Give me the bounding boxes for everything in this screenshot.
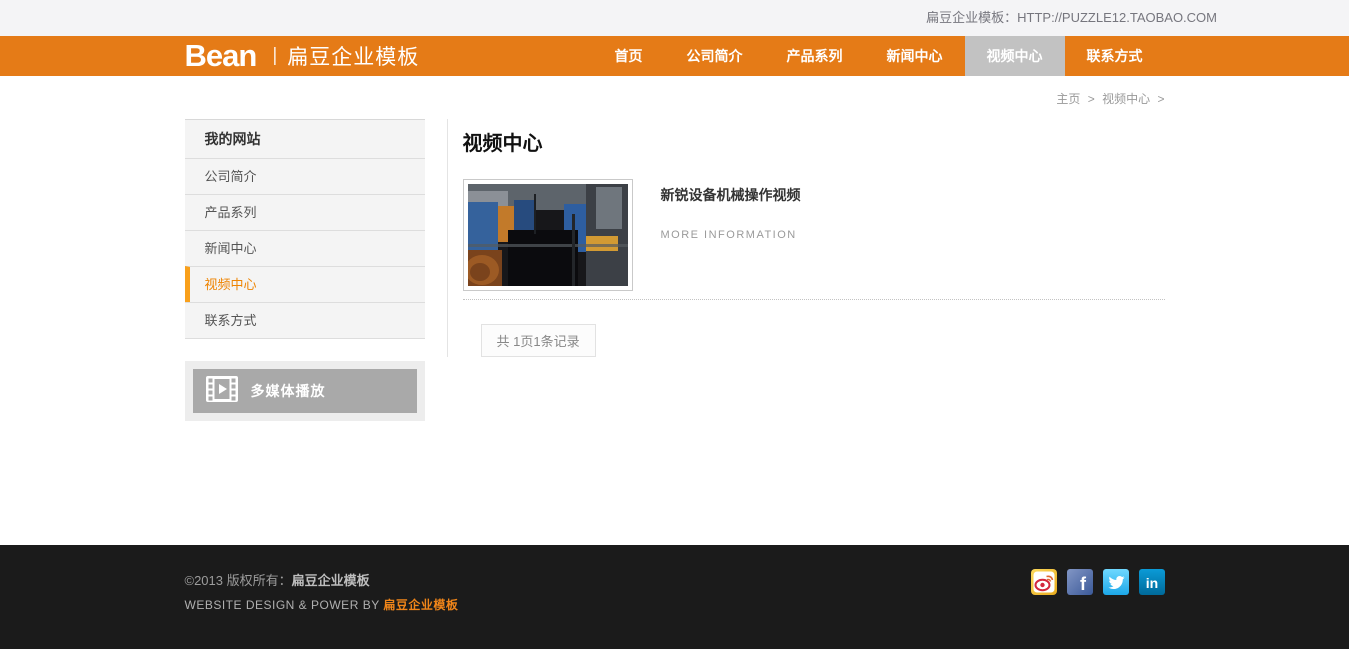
twitter-icon[interactable] (1103, 569, 1129, 595)
pagination-summary: 共 1页1条记录 (481, 324, 596, 357)
breadcrumb-separator: > (1157, 92, 1164, 106)
sidebar-menu: 我的网站 公司简介 产品系列 新闻中心 视频中心 联系方式 (185, 119, 425, 339)
breadcrumb-home[interactable]: 主页 (1056, 92, 1080, 106)
copyright-brand: 扁豆企业模板 (292, 573, 370, 588)
linkedin-icon[interactable]: in (1139, 569, 1165, 595)
content-panel: 视频中心 (447, 119, 1165, 357)
top-utility-bar: 扁豆企业模板：HTTP://PUZZLE12.TAOBAO.COM (0, 0, 1349, 36)
logo-text-en: Bean (185, 36, 257, 76)
multimedia-banner[interactable]: 多媒体播放 (185, 361, 425, 421)
sidebar-item-products[interactable]: 产品系列 (185, 194, 425, 230)
sidebar-item-company[interactable]: 公司简介 (185, 158, 425, 194)
logo-separator: | (272, 45, 277, 67)
sidebar: 我的网站 公司简介 产品系列 新闻中心 视频中心 联系方式 (185, 119, 425, 421)
breadcrumb-separator: > (1088, 92, 1095, 106)
site-logo[interactable]: Bean | 扁豆企业模板 (185, 36, 420, 76)
video-more-link[interactable]: MORE INFORMATION (661, 229, 801, 241)
site-url-note: 扁豆企业模板：HTTP://PUZZLE12.TAOBAO.COM (926, 0, 1217, 36)
design-credit-link[interactable]: 扁豆企业模板 (383, 598, 458, 612)
main-area: 我的网站 公司简介 产品系列 新闻中心 视频中心 联系方式 (185, 119, 1165, 519)
copyright-prefix: ©2013 版权所有： (185, 573, 292, 588)
nav-item-products[interactable]: 产品系列 (765, 36, 865, 76)
main-header: Bean | 扁豆企业模板 首页 公司简介 产品系列 新闻中心 视频中心 联系方… (0, 36, 1349, 76)
footer: ©2013 版权所有：扁豆企业模板 WEBSITE DESIGN & POWER… (0, 545, 1349, 649)
video-list-item: 新锐设备机械操作视频 MORE INFORMATION (463, 179, 1165, 291)
facebook-icon[interactable]: f (1067, 569, 1093, 595)
dotted-separator (463, 299, 1165, 300)
svg-text:in: in (1145, 575, 1157, 591)
breadcrumb: 主页 > 视频中心 > (185, 76, 1165, 119)
design-credit-line: WEBSITE DESIGN & POWER BY 扁豆企业模板 (185, 596, 459, 613)
sidebar-item-video[interactable]: 视频中心 (185, 266, 425, 302)
video-thumbnail[interactable] (463, 179, 633, 291)
multimedia-banner-label: 多媒体播放 (251, 381, 326, 401)
sidebar-title: 我的网站 (185, 120, 425, 158)
weibo-icon[interactable] (1031, 569, 1057, 595)
logo-text-cn: 扁豆企业模板 (287, 41, 419, 71)
sidebar-item-news[interactable]: 新闻中心 (185, 230, 425, 266)
page-title: 视频中心 (463, 127, 1165, 156)
main-nav: 首页 公司简介 产品系列 新闻中心 视频中心 联系方式 (593, 36, 1165, 76)
svg-text:f: f (1080, 574, 1087, 594)
design-credit-prefix: WEBSITE DESIGN & POWER BY (185, 598, 384, 612)
nav-item-home[interactable]: 首页 (593, 36, 665, 76)
nav-item-video[interactable]: 视频中心 (965, 36, 1065, 76)
nav-item-company[interactable]: 公司简介 (665, 36, 765, 76)
video-info: 新锐设备机械操作视频 MORE INFORMATION (661, 179, 801, 291)
sidebar-item-contact[interactable]: 联系方式 (185, 302, 425, 338)
social-links: f in (1031, 545, 1165, 649)
video-title[interactable]: 新锐设备机械操作视频 (661, 185, 801, 205)
film-play-icon (205, 375, 239, 408)
nav-item-contact[interactable]: 联系方式 (1065, 36, 1165, 76)
breadcrumb-video-center[interactable]: 视频中心 (1102, 92, 1150, 106)
copyright-line: ©2013 版权所有：扁豆企业模板 (185, 570, 459, 589)
nav-item-news[interactable]: 新闻中心 (865, 36, 965, 76)
